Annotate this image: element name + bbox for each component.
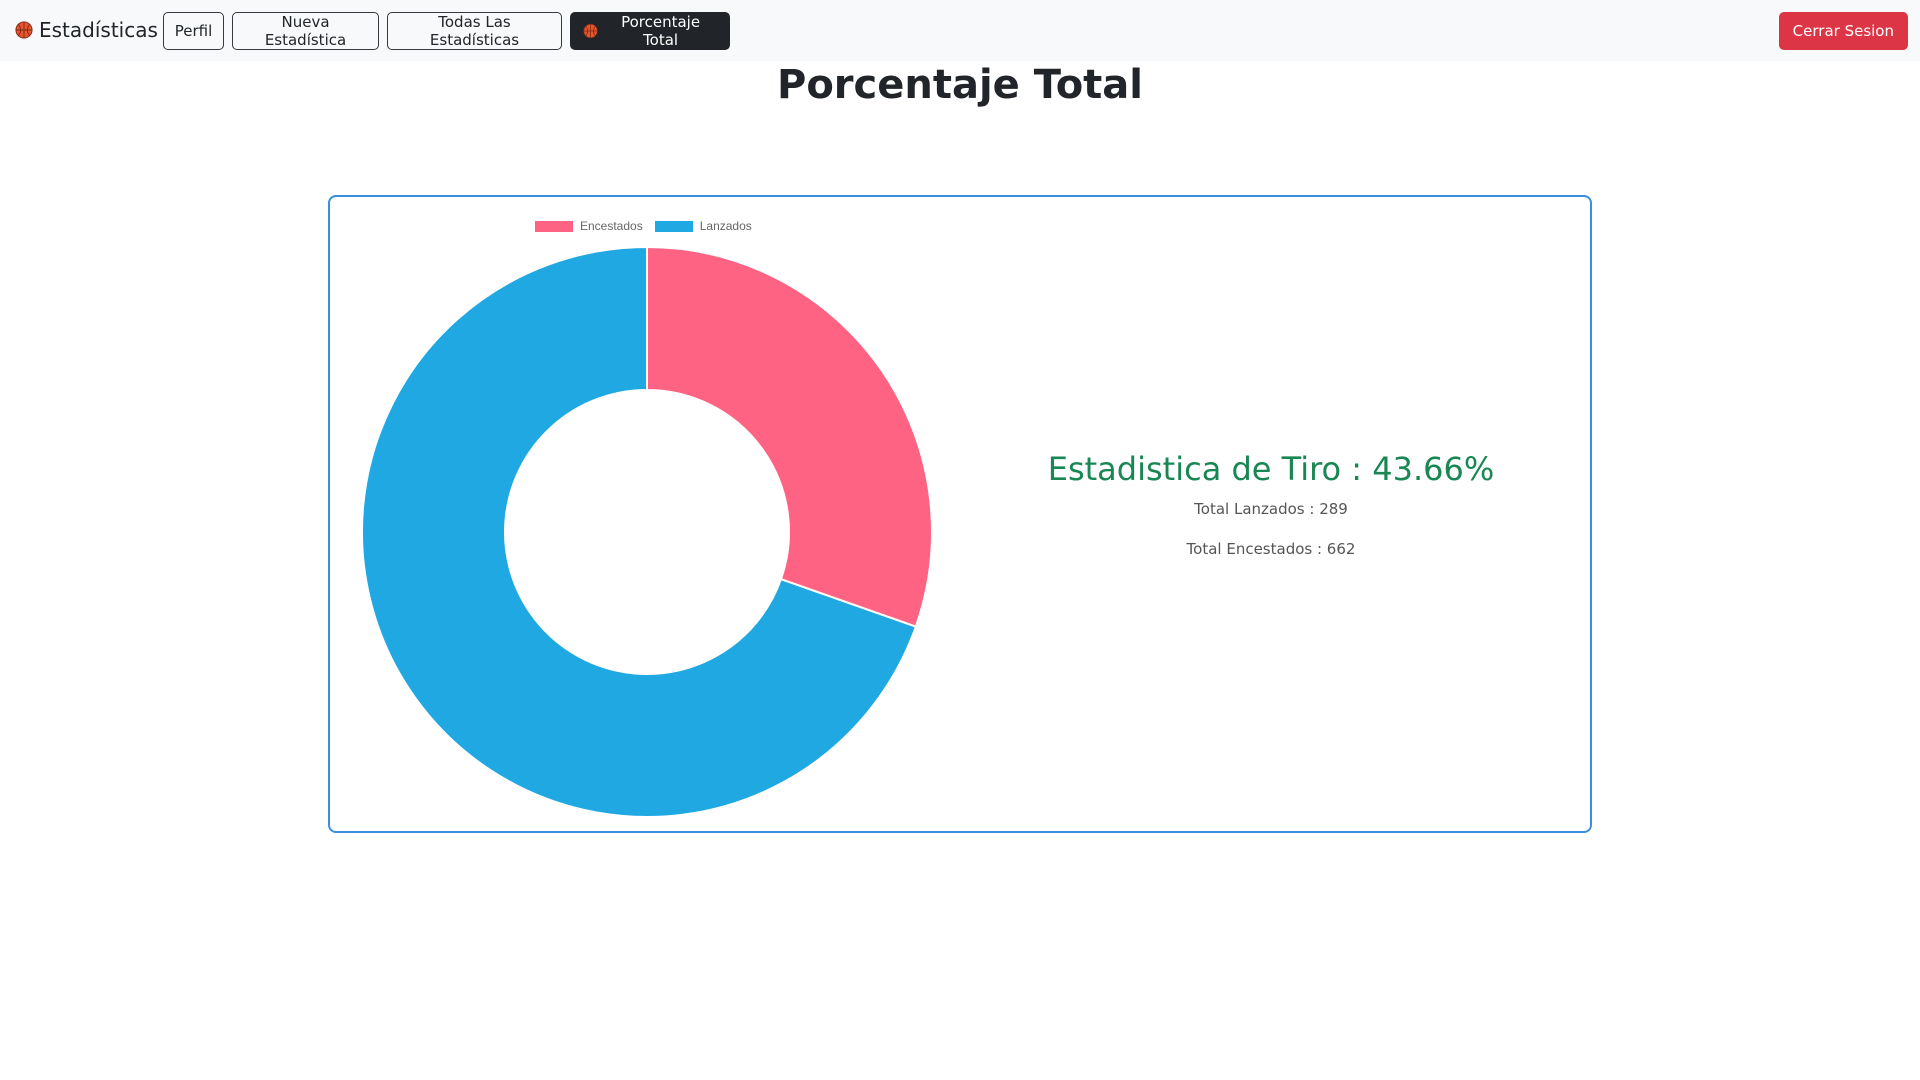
- doughnut-chart: Encestados Lanzados: [330, 197, 950, 831]
- chart-legend: Encestados Lanzados: [535, 219, 752, 233]
- logout-button[interactable]: Cerrar Sesion: [1778, 12, 1908, 50]
- nav-button-label: Porcentaje Total: [621, 13, 701, 49]
- nav-button-perfil[interactable]: Perfil: [163, 12, 224, 50]
- legend-item-lanzados[interactable]: Lanzados: [654, 219, 752, 233]
- nav-button-todas-estadisticas[interactable]: Todas Las Estadísticas: [387, 12, 562, 50]
- navbar: Estadísticas Perfil Nueva Estadística To…: [0, 0, 1920, 61]
- legend-label-lanzados: Lanzados: [699, 219, 752, 233]
- nav-button-nueva-estadistica[interactable]: Nueva Estadística: [232, 12, 379, 50]
- brand-label: Estadísticas: [39, 18, 158, 42]
- total-lanzados: Total Lanzados : 289: [1194, 500, 1348, 518]
- nav-button-label: Nueva Estadística: [264, 13, 347, 49]
- nav-button-label: Perfil: [174, 22, 213, 40]
- basketball-icon: [15, 21, 33, 39]
- legend-item-encestados[interactable]: Encestados: [535, 219, 643, 233]
- page-title: Porcentaje Total: [777, 62, 1143, 108]
- nav-button-label: Todas Las Estadísticas: [429, 13, 520, 49]
- doughnut-slice-encestados[interactable]: [646, 245, 933, 628]
- total-encestados: Total Encestados : 662: [1186, 540, 1356, 558]
- stats-card: Encestados Lanzados Estadistica de Tiro …: [328, 195, 1592, 833]
- legend-swatch-encestados: [535, 220, 573, 232]
- legend-swatch-lanzados: [654, 220, 693, 232]
- brand-link[interactable]: Estadísticas: [15, 18, 158, 42]
- legend-label-encestados: Encestados: [580, 219, 643, 233]
- nav-button-porcentaje-total[interactable]: Porcentaje Total: [570, 12, 730, 50]
- shot-percentage-headline: Estadistica de Tiro : 43.66%: [1047, 450, 1495, 488]
- doughnut-svg: [361, 245, 933, 818]
- basketball-icon: [583, 23, 598, 39]
- stats-panel: Estadistica de Tiro : 43.66% Total Lanza…: [950, 197, 1592, 831]
